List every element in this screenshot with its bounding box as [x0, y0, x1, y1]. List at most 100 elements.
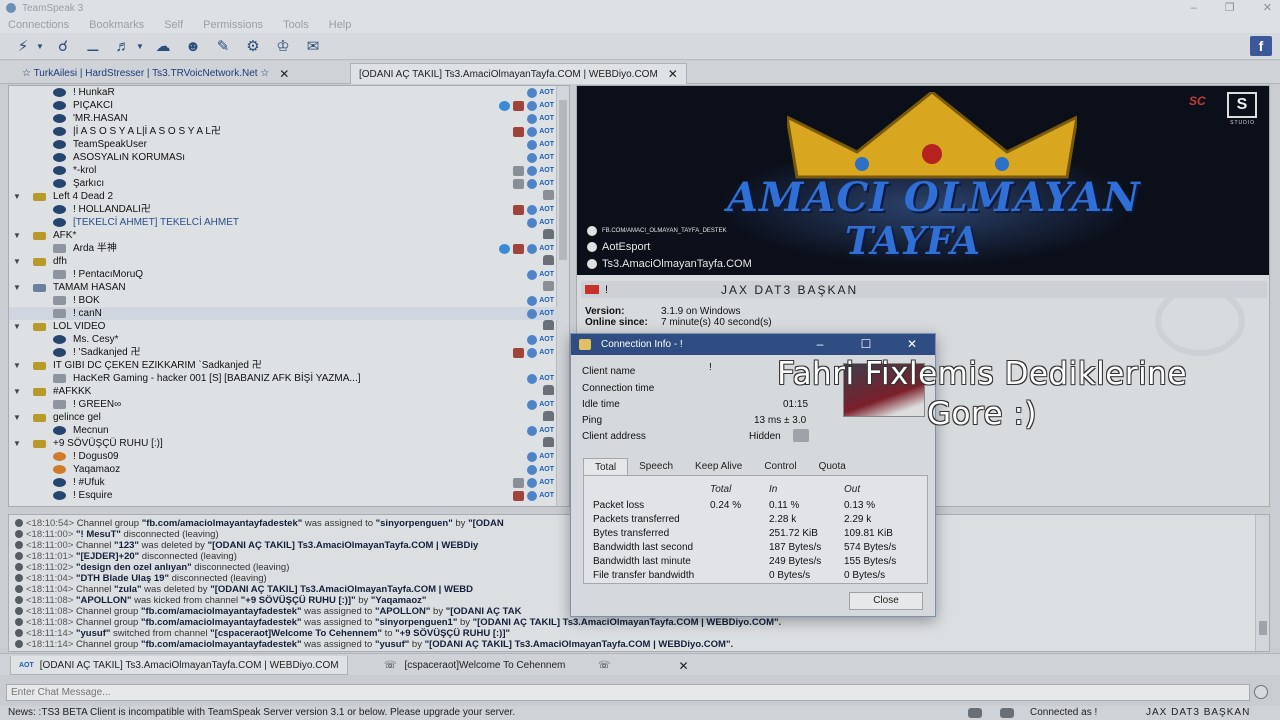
channel-row[interactable]: ▼ TAMAM HASAN	[9, 281, 558, 294]
aot-badge: AOT	[527, 164, 554, 177]
channel-row[interactable]: ▼ AFK*	[9, 229, 558, 242]
channel-row[interactable]: ▼ IT GIBI DC ÇEKEN EZIKKARIM `Sadkanjed 卍	[9, 359, 558, 372]
chat-input[interactable]	[6, 684, 1250, 701]
client-row[interactable]: ! BOK AOT	[9, 294, 558, 307]
permissions-icon[interactable]: ♔	[272, 36, 294, 56]
scrollbar-thumb[interactable]	[1259, 621, 1267, 635]
menu-connections[interactable]: Connections	[8, 19, 69, 31]
client-row[interactable]: ! HunkaR AOT	[9, 86, 558, 99]
channel-row[interactable]: ▼ Left 4 Dead 2	[9, 190, 558, 203]
client-name: JAX DAT3 BAŞKAN	[721, 282, 859, 297]
disconnect-icon[interactable]: ☌	[52, 36, 74, 56]
chat-tab-private[interactable]: ☏ ✕	[590, 656, 697, 675]
chat-scrollbar[interactable]	[1255, 515, 1269, 651]
client-row[interactable]: ! 'Sadkanjed 卍 AOT	[9, 346, 558, 359]
menu-self[interactable]: Self	[164, 19, 183, 31]
chevron-down-icon[interactable]: ▼	[13, 320, 23, 333]
close-button[interactable]: Close	[849, 592, 923, 610]
menu-help[interactable]: Help	[329, 19, 352, 31]
client-row[interactable]: HacKeR Gaming - hacker 001 [S] [BABANIZ …	[9, 372, 558, 385]
status-bar: News: :TS3 BETA Client is incompatible w…	[0, 706, 1280, 720]
minimize-icon[interactable]: –	[797, 334, 843, 355]
maximize-icon[interactable]: ☐	[843, 334, 889, 355]
menu-permissions[interactable]: Permissions	[203, 19, 263, 31]
scrollbar-thumb[interactable]	[559, 100, 567, 260]
client-row[interactable]: ! #Ufuk AOT	[9, 476, 558, 489]
client-row[interactable]: Yaqamaoz AOT	[9, 463, 558, 476]
client-row[interactable]: ASOSYALıN KORUMASı AOT	[9, 151, 558, 164]
chevron-down-icon[interactable]: ▼	[13, 359, 23, 372]
connect-icon[interactable]: ⚡	[12, 36, 34, 56]
tab-keep-alive[interactable]: Keep Alive	[684, 458, 753, 475]
close-tab-icon[interactable]: ✕	[279, 67, 289, 81]
client-status-icon	[53, 179, 66, 188]
facebook-icon[interactable]: f	[1250, 36, 1272, 56]
client-row[interactable]: ! PentacıMoruQ AOT	[9, 268, 558, 281]
close-tab-icon[interactable]: ✕	[668, 67, 678, 81]
client-row[interactable]: ! Dogus09 AOT	[9, 450, 558, 463]
cloud-icon[interactable]	[1000, 708, 1014, 718]
client-row[interactable]: Arda 半神 AOT	[9, 242, 558, 255]
tab-speech[interactable]: Speech	[628, 458, 684, 475]
log-line: <18:11:14> Channel group "fb.com/amaciol…	[15, 639, 733, 650]
chat-bubble-icon[interactable]: ✉	[302, 36, 324, 56]
info-icon	[15, 607, 23, 615]
channel-row[interactable]: ▼ dfh	[9, 255, 558, 268]
client-row[interactable]: [TEKELCİ AHMET] TEKELCİ AHMET AOT	[9, 216, 558, 229]
stat-total: 0.24 %	[710, 500, 742, 511]
close-tab-icon[interactable]: ✕	[679, 659, 689, 673]
chevron-down-icon[interactable]: ▼	[136, 42, 144, 51]
mute-speakers-icon[interactable]: ♬	[112, 36, 134, 56]
menu-tools[interactable]: Tools	[283, 19, 309, 31]
menu-bookmarks[interactable]: Bookmarks	[89, 19, 144, 31]
mute-icon[interactable]	[968, 708, 982, 718]
minimize-icon[interactable]: –	[1191, 0, 1197, 16]
chat-tab-channel[interactable]: ☏ [cspaceraot]Welcome To Cehennem	[376, 656, 573, 675]
emoji-icon[interactable]	[1254, 685, 1268, 699]
tab-quota[interactable]: Quota	[808, 458, 857, 475]
channel-row[interactable]: ▼ +9 SÖVÜŞÇÜ RUHU [:)]	[9, 437, 558, 450]
channel-row[interactable]: ▼ #AFKKK	[9, 385, 558, 398]
mute-microphone-icon[interactable]: ⚊	[82, 36, 104, 56]
client-row[interactable]: ! GREEN∞ AOT	[9, 398, 558, 411]
chevron-down-icon[interactable]: ▼	[13, 281, 23, 294]
client-row-selected[interactable]: ! canN AOT	[9, 307, 558, 320]
server-banner[interactable]: SC S STUDIO AMACI OLMAYAN TAYFA FB.COM/A…	[577, 86, 1269, 275]
away-icon[interactable]: ☁	[152, 36, 174, 56]
contacts-icon[interactable]: ☻	[182, 36, 204, 56]
chevron-down-icon[interactable]: ▼	[13, 229, 23, 242]
channel-tree[interactable]: ! HunkaR AOT PIÇAKCI AOT 'MR.HASAN AOT |İ A…	[8, 85, 570, 507]
chevron-down-icon[interactable]: ▼	[13, 255, 23, 268]
client-row[interactable]: ! HOLLANDALI卍 AOT	[9, 203, 558, 216]
muted-microphone-icon	[53, 244, 66, 253]
client-row[interactable]: |İ A S O S Y A L|İ A S O S Y A L卍 AOT	[9, 125, 558, 138]
maximize-icon[interactable]: ❐	[1225, 0, 1235, 16]
client-row[interactable]: PIÇAKCI AOT	[9, 99, 558, 112]
chevron-down-icon[interactable]: ▼	[13, 437, 23, 450]
stat-in: 0.11 %	[769, 500, 800, 511]
client-row[interactable]: Mecnun AOT	[9, 424, 558, 437]
identities-icon[interactable]: ✎	[212, 36, 234, 56]
group-icon	[513, 100, 525, 111]
settings-gear-icon[interactable]: ⚙	[242, 36, 264, 56]
client-row[interactable]: 'MR.HASAN AOT	[9, 112, 558, 125]
chevron-down-icon[interactable]: ▼	[13, 190, 23, 203]
server-tab-aot[interactable]: [ODANI AÇ TAKIL] Ts3.AmaciOlmayanTayfa.C…	[350, 63, 687, 84]
tab-control[interactable]: Control	[753, 458, 807, 475]
channel-row[interactable]: ▼ LOL VIDEO	[9, 320, 558, 333]
channel-row[interactable]: ▼ gelince gel	[9, 411, 558, 424]
close-icon[interactable]: ✕	[1263, 0, 1272, 16]
close-icon[interactable]: ✕	[889, 334, 935, 355]
client-row[interactable]: *-krol AOT	[9, 164, 558, 177]
chevron-down-icon[interactable]: ▼	[13, 385, 23, 398]
chat-tab-server[interactable]: AOT [ODANI AÇ TAKIL] Ts3.AmaciOlmayanTayf…	[10, 656, 348, 675]
chevron-down-icon[interactable]: ▼	[13, 411, 23, 424]
client-row[interactable]: ! Esquire AOT	[9, 489, 558, 502]
client-row[interactable]: Ms. Cesy* AOT	[9, 333, 558, 346]
tab-total[interactable]: Total	[583, 458, 629, 475]
chevron-down-icon[interactable]: ▼	[36, 42, 44, 51]
client-row[interactable]: Şarkıcı AOT	[9, 177, 558, 190]
server-tab-turkailesi[interactable]: ☆ TurkAilesi | HardStresser | Ts3.TRVoic…	[14, 63, 297, 84]
client-row[interactable]: TeamSpeakUser AOT	[9, 138, 558, 151]
group-icon	[513, 477, 525, 488]
